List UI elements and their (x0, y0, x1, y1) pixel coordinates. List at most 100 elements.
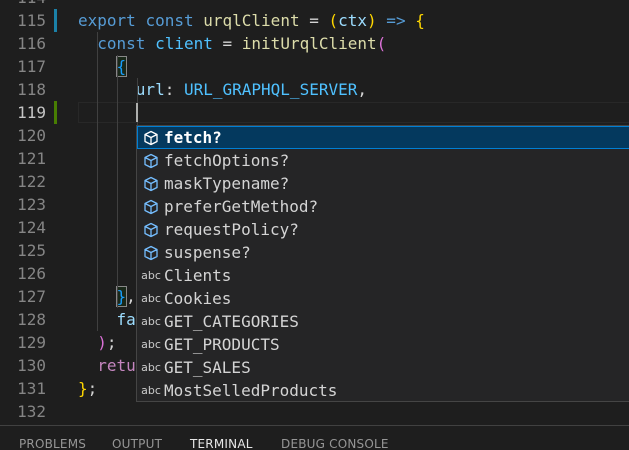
line-number: 129 (17, 333, 46, 352)
panel-tab-bar: PROBLEMS OUTPUT TERMINAL DEBUG CONSOLE (0, 425, 629, 450)
code-token: = (299, 11, 329, 30)
code-line[interactable]: 114 (0, 0, 629, 9)
property-cube-icon (140, 126, 162, 149)
suggest-item[interactable]: preferGetMethod? (137, 195, 629, 218)
code-token: ctx (338, 11, 368, 30)
suggest-item[interactable]: abc Clients (137, 264, 629, 287)
code-token: => (376, 11, 416, 30)
line-number: 126 (17, 264, 46, 283)
text-cursor (136, 103, 138, 122)
code-token: const (145, 11, 194, 30)
indent-guide (97, 32, 98, 331)
suggest-item-label: GET_PRODUCTS (164, 335, 280, 354)
indent-guide (117, 55, 118, 308)
suggest-item[interactable]: abc MostSelledProducts (137, 379, 629, 401)
line-number: 122 (17, 172, 46, 191)
suggest-item-label: Cookies (164, 289, 232, 308)
code-token: urqlClient (203, 11, 300, 30)
code-token: URL_GRAPHQL_SERVER (183, 80, 358, 99)
line-code: retu (78, 354, 136, 377)
suggest-item-label: fetchOptions? (164, 151, 290, 170)
code-token: const (78, 34, 146, 53)
line-code: const client = initUrqlClient( (78, 32, 386, 55)
line-number: 128 (17, 310, 46, 329)
code-token: export (78, 11, 136, 30)
line-number: 117 (17, 57, 46, 76)
line-code: { (78, 55, 128, 78)
property-cube-icon (140, 172, 162, 195)
code-token: : (164, 80, 184, 99)
suggest-item[interactable]: suspense? (137, 241, 629, 264)
line-code: ); (78, 331, 117, 354)
code-token: { (415, 11, 425, 30)
line-code: fa (78, 308, 136, 331)
suggest-item[interactable]: requestPolicy? (137, 218, 629, 241)
line-number: 121 (17, 149, 46, 168)
code-token: ( (328, 11, 339, 30)
abc-text-icon: abc (141, 292, 161, 305)
suggest-widget[interactable]: fetch? fetchOptions? maskTypename? preferGe… (136, 125, 629, 402)
abc-text-icon: abc (141, 338, 161, 351)
line-number: 123 (17, 195, 46, 214)
line-code: }, (78, 285, 136, 308)
suggest-item[interactable]: abc GET_PRODUCTS (137, 333, 629, 356)
property-cube-icon (140, 241, 162, 264)
suggest-item[interactable]: abc GET_CATEGORIES (137, 310, 629, 333)
line-code: export const urqlClient = (ctx) => { (78, 9, 425, 32)
line-number: 120 (17, 126, 46, 145)
line-number: 114 (0, 0, 46, 9)
code-token: ( (376, 34, 387, 53)
code-line[interactable]: 117 { (0, 55, 629, 78)
panel-tab-problems[interactable]: PROBLEMS (19, 437, 86, 450)
suggest-item[interactable]: abc GET_SALES (137, 356, 629, 379)
abc-text-icon: abc (141, 315, 161, 328)
code-line[interactable]: 132 (0, 400, 629, 423)
suggest-item-label: requestPolicy? (164, 220, 299, 239)
suggest-item-label: suspense? (164, 243, 251, 262)
code-token: ; (87, 379, 98, 398)
property-cube-icon (140, 149, 162, 172)
suggest-item[interactable]: fetchOptions? (137, 149, 629, 172)
code-line[interactable]: 116 const client = initUrqlClient( (0, 32, 629, 55)
suggest-item-label: maskTypename? (164, 174, 290, 193)
code-token: fa (78, 310, 136, 329)
panel-tab-terminal[interactable]: TERMINAL (190, 437, 253, 450)
code-token: , (126, 287, 136, 306)
suggest-item-label: MostSelledProducts (164, 381, 338, 400)
gutter-change-bar (54, 101, 57, 124)
code-line[interactable]: 118 url: URL_GRAPHQL_SERVER, (0, 78, 629, 101)
line-code: url: URL_GRAPHQL_SERVER, (78, 78, 367, 101)
line-number: 130 (17, 356, 46, 375)
line-number: 125 (17, 241, 46, 260)
code-token: url (78, 80, 165, 99)
code-token: ) (367, 11, 377, 30)
line-number: 131 (17, 379, 46, 398)
abc-text-icon: abc (141, 384, 161, 397)
current-line-highlight (78, 102, 629, 123)
panel-tab-output[interactable]: OUTPUT (112, 437, 162, 450)
suggest-item[interactable]: fetch? (137, 126, 629, 149)
suggest-item[interactable]: maskTypename? (137, 172, 629, 195)
code-token: initUrqlClient (241, 34, 377, 53)
code-line[interactable]: 115 export const urqlClient = (ctx) => { (0, 9, 629, 32)
code-token: , (357, 80, 367, 99)
line-number: 124 (17, 218, 46, 237)
code-token: client (155, 34, 213, 53)
suggest-item[interactable]: abc Cookies (137, 287, 629, 310)
panel-tab-debug-console[interactable]: DEBUG CONSOLE (281, 437, 389, 450)
line-number: 115 (17, 11, 46, 30)
suggest-item-label: fetch? (164, 128, 222, 147)
code-token: } (78, 379, 88, 398)
line-number: 118 (17, 80, 46, 99)
code-token: ; (106, 333, 117, 352)
line-number: 132 (17, 402, 46, 421)
line-number: 119 (17, 103, 46, 122)
line-number: 116 (17, 34, 46, 53)
code-token: = (212, 34, 242, 53)
suggest-item-label: GET_SALES (164, 358, 251, 377)
code-token: retu (78, 356, 136, 375)
property-cube-icon (140, 195, 162, 218)
